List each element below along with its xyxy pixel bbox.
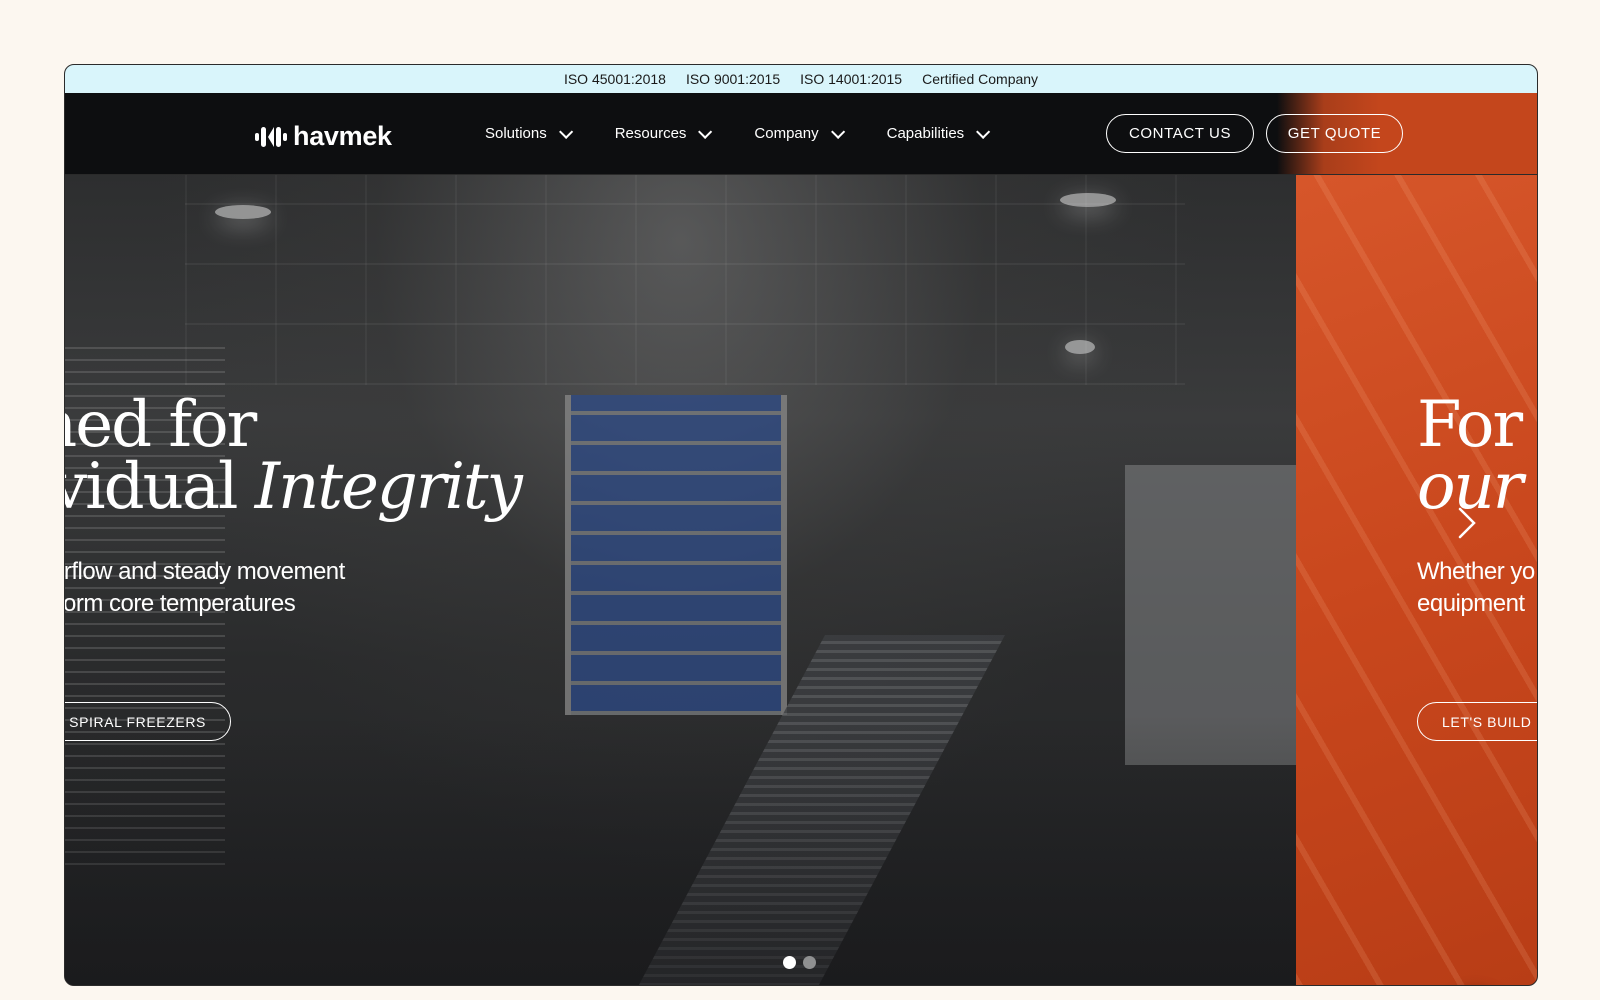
chevron-down-icon	[830, 124, 845, 139]
chevron-right-icon[interactable]	[1448, 493, 1488, 553]
slide-spiral-freezers: gned for vidual Integrity irflow and ste…	[65, 175, 1296, 985]
get-quote-button[interactable]: GET QUOTE	[1266, 114, 1403, 153]
certification-bar: ISO 45001:2018 ISO 9001:2015 ISO 14001:2…	[65, 65, 1537, 94]
havmek-logo-mark-icon	[255, 125, 287, 149]
nav-label: Resources	[614, 125, 687, 142]
slide-subtext-line2: equipment	[1417, 590, 1525, 617]
carousel-dot-2[interactable]	[803, 956, 816, 969]
headline-italic: Integrity	[254, 450, 523, 524]
slide-text: gned for vidual Integrity irflow and ste…	[65, 175, 1296, 985]
nav-label: Solutions	[485, 125, 547, 142]
slide-headline-line2: vidual Integrity	[65, 450, 523, 524]
headline-plain: vidual	[65, 450, 255, 524]
contact-us-button[interactable]: CONTACT US	[1106, 114, 1254, 153]
cert-iso-9001: ISO 9001:2015	[685, 71, 781, 87]
carousel-dot-1[interactable]	[783, 956, 796, 969]
site-header: havmek Solutions Resources Company Capab…	[65, 93, 1537, 175]
nav-label: Capabilities	[886, 125, 965, 142]
slide-custom-equipment: For y our e Whether yo equipment LET'S B…	[1296, 175, 1537, 985]
cert-iso-45001: ISO 45001:2018	[563, 71, 666, 87]
cert-iso-14001: ISO 14001:2015	[800, 71, 903, 87]
hero-carousel: gned for vidual Integrity irflow and ste…	[65, 175, 1537, 985]
lets-build-button[interactable]: LET'S BUILD	[1417, 702, 1537, 741]
slide-subtext-line2: orm core temperatures	[65, 590, 296, 617]
nav-company[interactable]: Company	[754, 124, 845, 142]
cert-certified-company: Certified Company	[922, 71, 1039, 87]
chevron-down-icon	[558, 124, 573, 139]
main-nav: Solutions Resources Company Capabilities	[485, 93, 991, 174]
carousel-pagination	[783, 956, 816, 969]
nav-label: Company	[754, 125, 819, 142]
chevron-down-icon	[698, 124, 713, 139]
slide-subtext-line1: irflow and steady movement	[65, 558, 345, 585]
chevron-down-icon	[976, 124, 991, 139]
browser-frame: ISO 45001:2018 ISO 9001:2015 ISO 14001:2…	[64, 64, 1538, 986]
nav-solutions[interactable]: Solutions	[485, 124, 573, 142]
nav-capabilities[interactable]: Capabilities	[886, 124, 991, 142]
spiral-freezers-button[interactable]: F SPIRAL FREEZERS	[65, 702, 231, 741]
nav-resources[interactable]: Resources	[614, 124, 713, 142]
brand-name: havmek	[293, 121, 392, 151]
slide-subtext-line1: Whether yo	[1417, 558, 1535, 585]
brand-logo[interactable]: havmek	[255, 121, 392, 152]
